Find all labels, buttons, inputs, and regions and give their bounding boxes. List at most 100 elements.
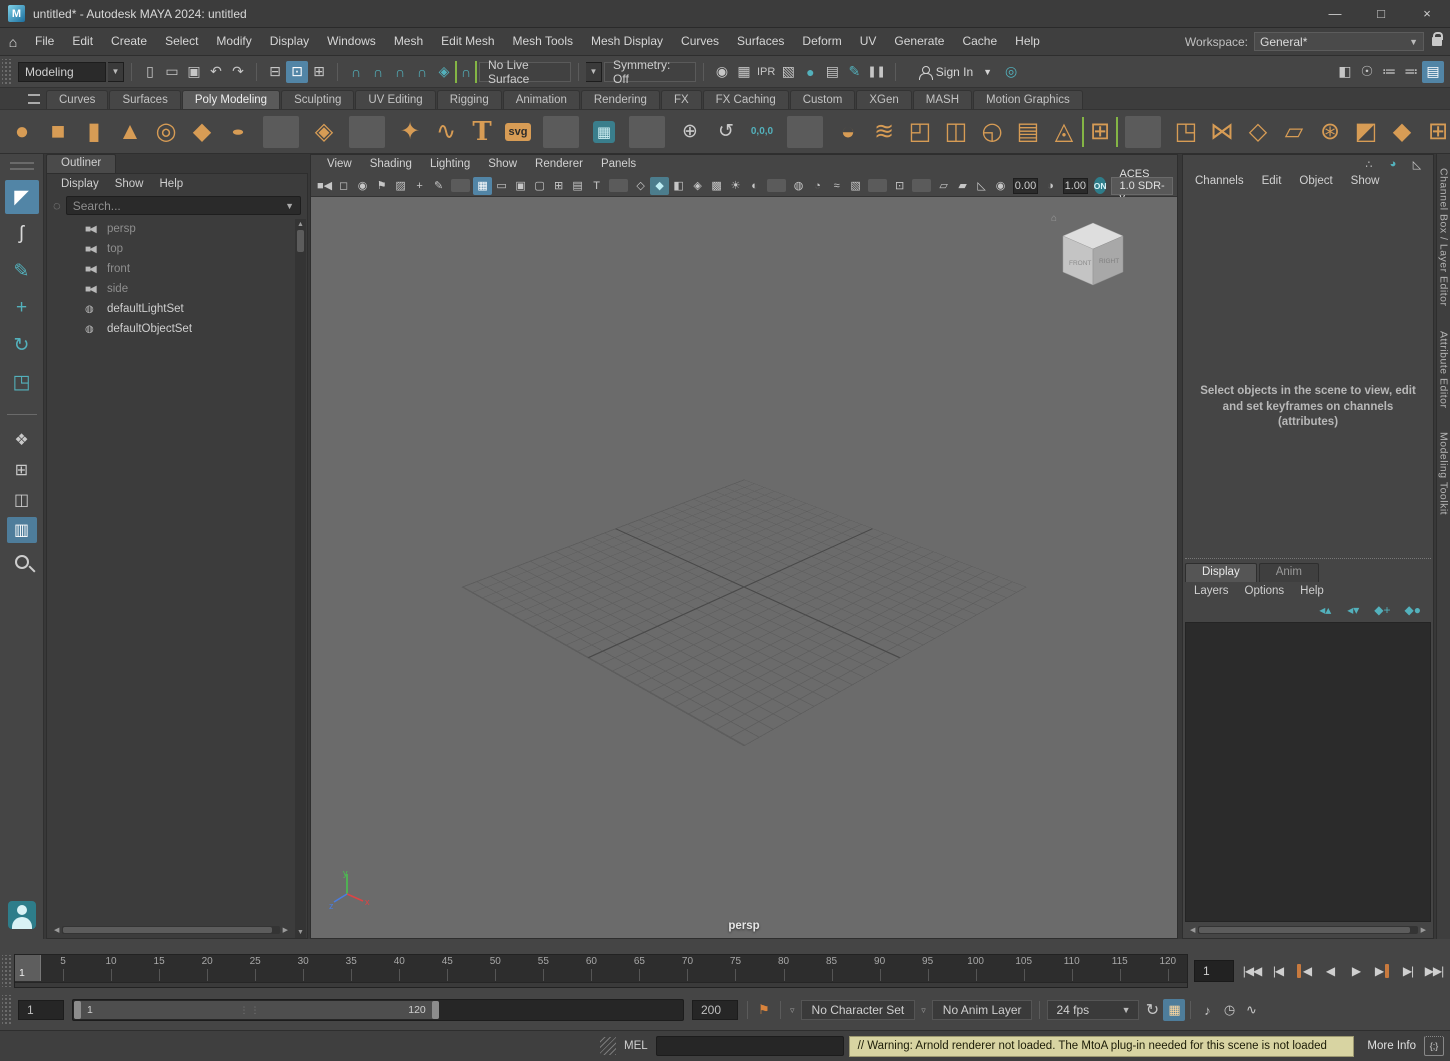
scale-tool[interactable]: ◳ [5,365,39,399]
anim-layer-arrow[interactable]: ▿ [917,1005,930,1016]
warning-message[interactable]: // Warning: Arnold renderer not loaded. … [849,1036,1355,1057]
menu-item[interactable]: Display [261,28,318,55]
poly-cone-icon[interactable]: ▲ [112,114,148,150]
shelf-tab[interactable]: XGen [856,90,911,109]
viewport-menu-item[interactable]: View [319,157,360,173]
poly-cube-icon[interactable]: ■ [40,114,76,150]
animation-start-field[interactable]: 1 [18,1000,64,1020]
select-object-icon[interactable]: ⊡ [286,61,308,83]
render-setup-icon[interactable]: ● [799,61,821,83]
whats-new-icon[interactable]: ◎ [1000,61,1022,83]
image-plane-icon[interactable]: ▨ [391,177,410,195]
menu-item[interactable]: UV [851,28,886,55]
motion-blur-icon[interactable]: ◔ [808,177,827,195]
helix-icon[interactable]: ∿ [428,114,464,150]
exposure-field[interactable]: 0.00 [1013,178,1038,194]
range-slider-track[interactable]: 1 ⋮⋮ 120 [72,999,684,1021]
audio-icon[interactable]: ♪ [1196,999,1218,1021]
platonic-solid-icon[interactable]: ◈ [306,114,342,150]
move-layer-down-icon[interactable]: ◂▾ [1344,602,1362,618]
svg-tool-icon[interactable]: svg [500,114,536,150]
combine-icon[interactable]: ◒ [830,114,866,150]
menu-item[interactable]: Curves [672,28,728,55]
super-shape-icon[interactable]: ✦ [392,114,428,150]
menu-item[interactable]: Edit [63,28,102,55]
more-info-button[interactable]: More Info [1359,1040,1424,1052]
menu-item[interactable]: Select [156,28,207,55]
outliner-item[interactable]: ■◀ top [47,239,307,259]
shelf-tab[interactable]: UV Editing [355,90,435,109]
tool-settings-toggle-icon[interactable]: ≕ [1400,61,1422,83]
current-time-field[interactable]: 1 [1194,960,1234,982]
mel-toggle[interactable]: MEL [616,1040,656,1052]
snap-to-grid-icon[interactable]: ∩ [345,61,367,83]
channel-box-menu-item[interactable]: Object [1295,174,1336,188]
hypergraph-icon[interactable]: ∴ [1361,157,1377,171]
layer-editor-tab[interactable]: Anim [1259,563,1319,582]
remesh-icon[interactable]: ◬ [1046,114,1082,150]
type-tool-icon[interactable]: T [464,114,500,150]
viewcube-home-icon[interactable]: ⌂ [1051,213,1057,224]
import-snapshot-icon[interactable]: ▰ [953,177,972,195]
textured-icon[interactable]: ◧ [669,177,688,195]
outliner-tab[interactable]: Outliner [46,154,116,173]
play-forward-button[interactable]: ▶ [1344,959,1368,983]
menu-item[interactable]: Windows [318,28,385,55]
outliner-item[interactable]: ◍ defaultObjectSet [47,319,307,339]
bookmark-icon[interactable]: ⚑ [372,177,391,195]
grip-handle[interactable] [2,995,12,1025]
move-tool[interactable]: + [5,291,39,325]
snap-to-curve-icon[interactable]: ∩ [367,61,389,83]
shelf-menu-icon[interactable] [28,94,40,104]
circularize-icon[interactable]: ⊛ [1312,114,1348,150]
camera-attributes-icon[interactable]: ◉ [353,177,372,195]
layer-editor-menu-item[interactable]: Layers [1189,584,1234,598]
menu-item[interactable]: Mesh Tools [504,28,582,55]
viewport-canvas[interactable]: ⌂ FRONT RIGHT y x z [311,197,1177,938]
multi-cut-icon[interactable]: ⊞ [1420,114,1450,150]
viewcube-right-label[interactable]: RIGHT [1099,258,1119,265]
viewport-menu-item[interactable]: Panels [593,157,644,173]
fps-select[interactable]: 24 fps ▼ [1047,1000,1139,1020]
shelf-tab[interactable]: Poly Modeling [182,90,280,109]
shelf-tab[interactable]: Sculpting [281,90,354,109]
time-slider-track[interactable]: 5101520253035404550556065707580859095100… [14,954,1188,988]
new-scene-icon[interactable]: ▯ [139,61,161,83]
outliner-menu-item[interactable]: Help [154,177,190,191]
humanik-toggle-icon[interactable]: ☉ [1356,61,1378,83]
reset-transform-icon[interactable]: ↺ [708,114,744,150]
speed-dial-icon[interactable]: ◕ [1385,157,1401,171]
triangulate-icon[interactable]: ◩ [1348,114,1384,150]
channel-box-menu-item[interactable]: Show [1347,174,1384,188]
graph-editor-icon[interactable]: ◺ [1409,157,1425,171]
snap-to-point-icon[interactable]: ∩ [389,61,411,83]
shelf-tab[interactable]: Motion Graphics [973,90,1083,109]
undo-icon[interactable]: ↶ [205,61,227,83]
step-back-key-button[interactable]: ◀ [1292,959,1316,983]
rotate-tool[interactable]: ↻ [5,328,39,362]
gamma-icon[interactable]: ◑ [1041,177,1060,195]
character-set-field[interactable]: No Character Set [801,1000,916,1020]
outliner-vscrollbar[interactable]: ▲ ▼ [295,219,306,938]
live-surface-field[interactable]: No Live Surface [479,62,571,82]
paint-effects-icon[interactable]: ✎ [843,61,865,83]
bookmark-icon[interactable]: ⚑ [753,999,775,1021]
smooth-shade-icon[interactable]: ◆ [650,177,669,195]
close-button[interactable]: × [1404,0,1450,27]
shelf-tab[interactable]: MASH [913,90,972,109]
grid-toggle-icon[interactable]: ▦ [473,177,492,195]
color-space-field[interactable]: ACES 1.0 SDR-v [1111,177,1173,195]
render-current-frame-icon[interactable]: ▦ [733,61,755,83]
menu-item[interactable]: Generate [885,28,953,55]
viewport-menu-item[interactable]: Shading [362,157,420,173]
menu-item[interactable]: Help [1006,28,1049,55]
grease-pencil-icon[interactable]: ✎ [429,177,448,195]
outliner-menu-item[interactable]: Display [55,177,105,191]
anim-layer-field[interactable]: No Anim Layer [932,1000,1033,1020]
wireframe-on-shaded-icon[interactable]: ◈ [688,177,707,195]
open-scene-icon[interactable]: ▭ [161,61,183,83]
menu-item[interactable]: Mesh [385,28,432,55]
layer-editor-tab[interactable]: Display [1185,563,1257,582]
layer-editor-menu-item[interactable]: Help [1295,584,1329,598]
symmetry-field[interactable]: Symmetry: Off [604,62,696,82]
